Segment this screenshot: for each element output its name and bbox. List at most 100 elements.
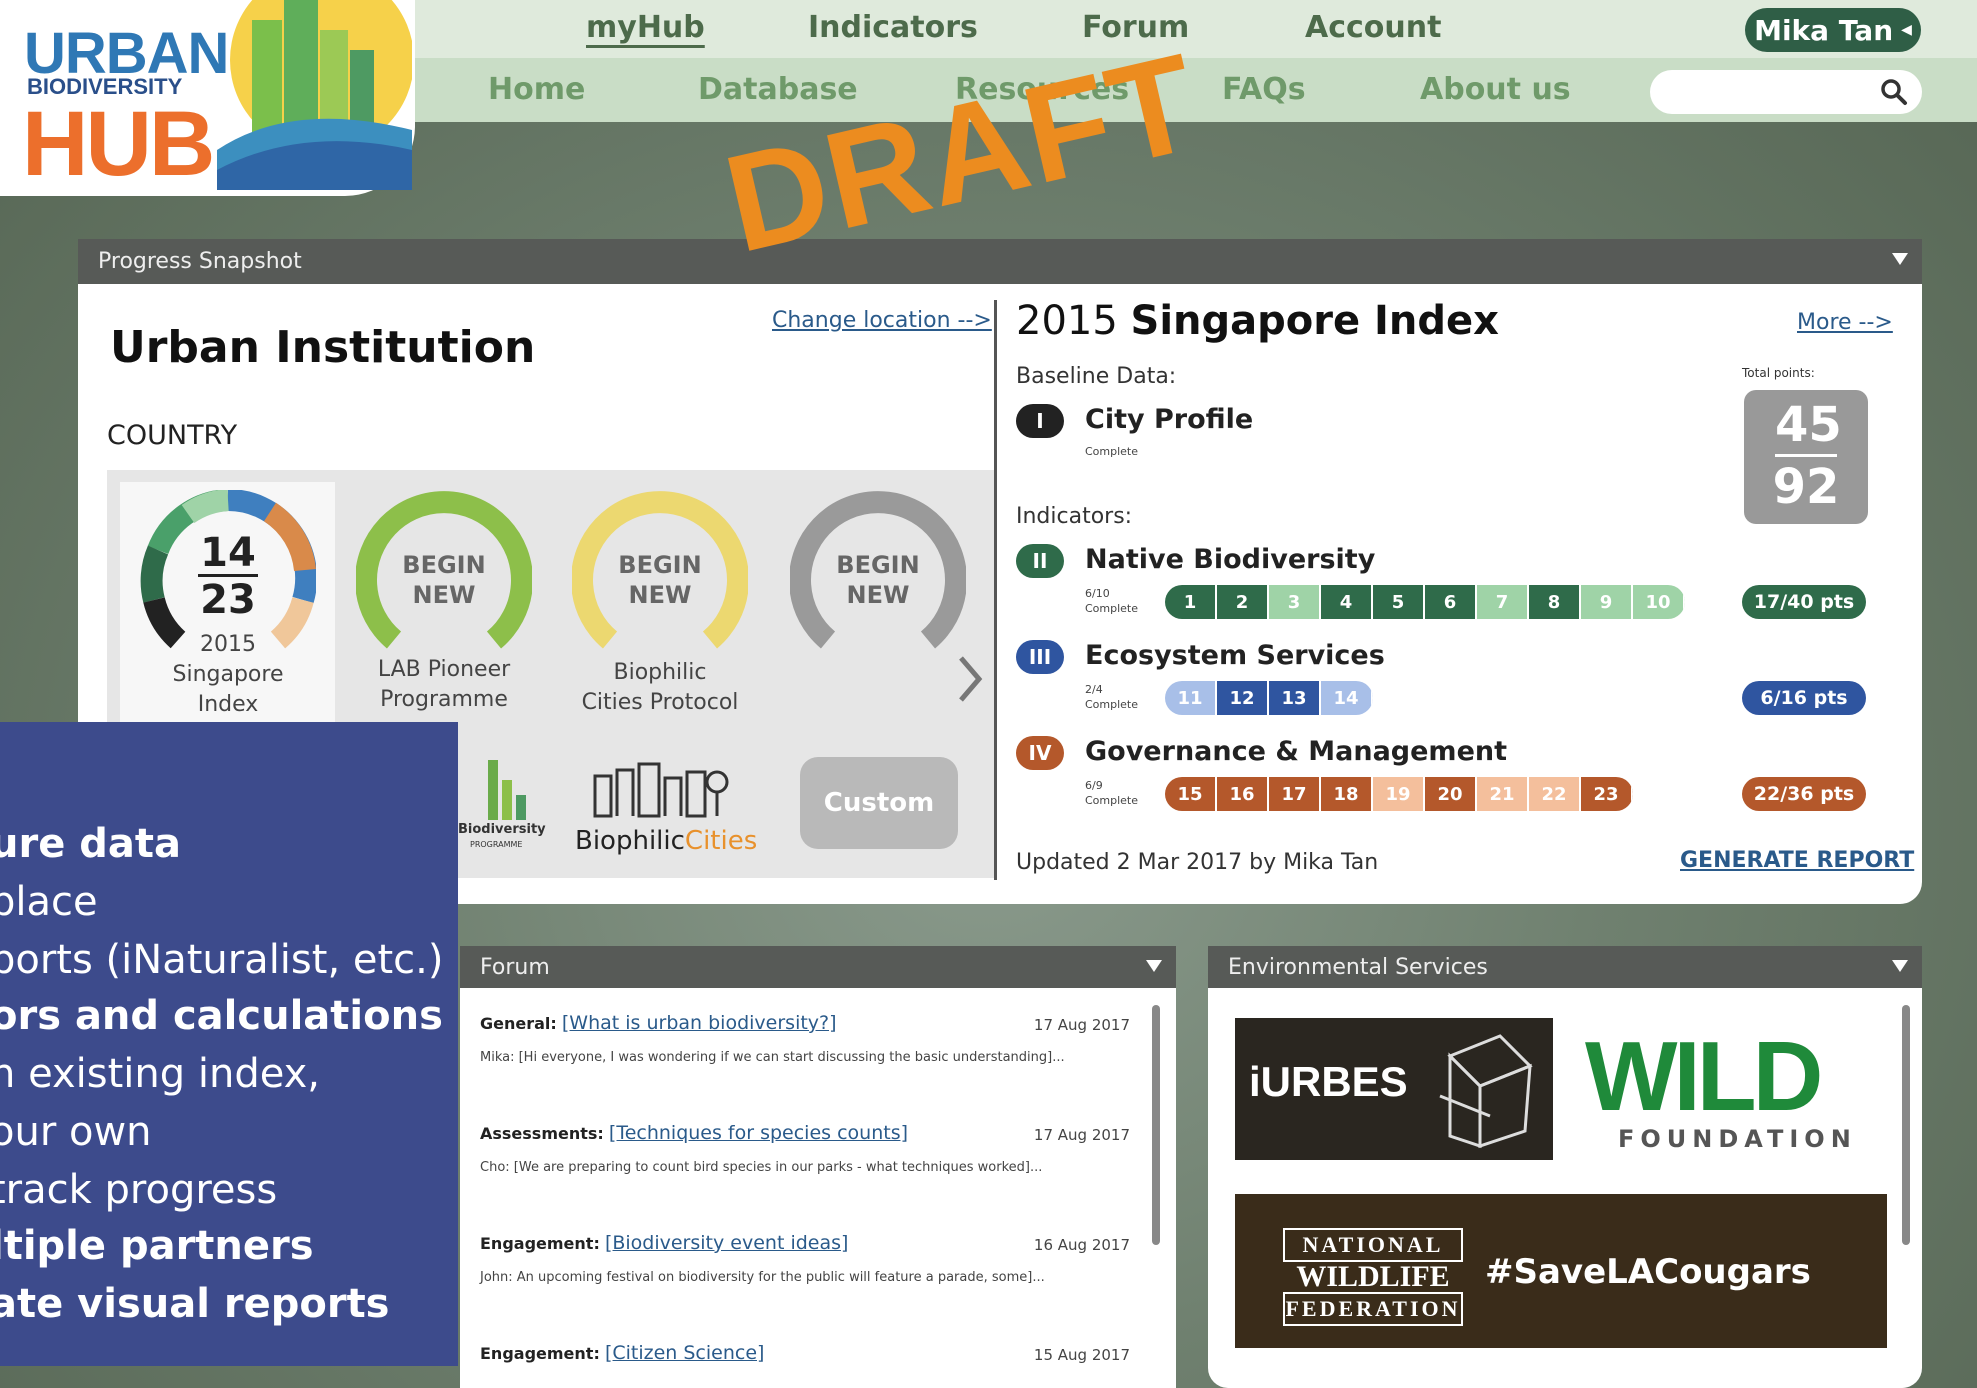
collapse-triangle-icon[interactable] <box>1892 253 1908 265</box>
indicator-chip[interactable]: 3 <box>1269 585 1321 619</box>
indicator-chip[interactable]: 8 <box>1529 585 1581 619</box>
baseline-label: Baseline Data: <box>1016 364 1177 389</box>
dial-label-line: Biophilic <box>613 660 707 685</box>
indicator-chip[interactable]: 17 <box>1269 777 1321 811</box>
roman-badge: I <box>1016 404 1064 438</box>
nav-indicators[interactable]: Indicators <box>808 10 978 45</box>
forum-topic-link[interactable]: [Biodiversity event ideas] <box>605 1232 848 1254</box>
progress-fraction: 6/10 <box>1085 587 1110 600</box>
begin-label: BEGIN <box>618 551 702 579</box>
nav-account[interactable]: Account <box>1305 10 1441 45</box>
forum-message: Cho: [We are preparing to count bird spe… <box>480 1160 1043 1175</box>
search-input[interactable] <box>1650 70 1922 114</box>
indicator-chip[interactable]: 12 <box>1217 681 1269 715</box>
dial-score-total: 23 <box>200 577 256 623</box>
city-profile-title[interactable]: City Profile <box>1085 404 1253 435</box>
indicator-chip[interactable]: 7 <box>1477 585 1529 619</box>
indicator-chip[interactable]: 13 <box>1269 681 1321 715</box>
env-scrollbar[interactable] <box>1902 1005 1910 1245</box>
progress-status: Complete <box>1085 602 1139 615</box>
forum-post[interactable]: Assessments: [Techniques for species cou… <box>480 1122 1130 1175</box>
indicator-title[interactable]: Governance & Management <box>1085 736 1507 767</box>
env-services-title: Environmental Services <box>1228 954 1488 980</box>
forum-title: Forum <box>480 954 550 980</box>
indicator-chip[interactable]: 10 <box>1633 585 1685 619</box>
nwf-line: WILDLIFE <box>1296 1260 1450 1293</box>
dial-label-line: Programme <box>380 687 508 712</box>
overlay-line: our own <box>0 1109 152 1155</box>
change-location-link[interactable]: Change location --> <box>772 308 992 333</box>
iurbes-text: iURBES <box>1249 1058 1408 1105</box>
indicator-title[interactable]: Native Biodiversity <box>1085 544 1375 575</box>
collapse-triangle-icon[interactable] <box>1146 960 1162 972</box>
institution-name: Urban Institution <box>110 322 536 373</box>
progress-fraction: 2/4 <box>1085 683 1103 696</box>
nav-myhub[interactable]: myHub <box>586 10 705 45</box>
indicator-chip[interactable]: 19 <box>1373 777 1425 811</box>
indicator-chip[interactable]: 15 <box>1165 777 1217 811</box>
forum-topic-link[interactable]: [Techniques for species counts] <box>609 1122 908 1144</box>
indicator-chip[interactable]: 16 <box>1217 777 1269 811</box>
overlay-line: n existing index, <box>0 1051 320 1097</box>
indicator-chip[interactable]: 18 <box>1321 777 1373 811</box>
nav-home[interactable]: Home <box>488 72 585 107</box>
updated-text: Updated 2 Mar 2017 by Mika Tan <box>1016 850 1379 875</box>
indicator-chip[interactable]: 14 <box>1321 681 1373 715</box>
snapshot-header[interactable]: Progress Snapshot <box>78 239 1922 284</box>
forum-post[interactable]: Engagement: [Biodiversity event ideas] 1… <box>480 1232 1130 1285</box>
overlay-line: ports (iNaturalist, etc.) <box>0 937 444 983</box>
iurbes-banner[interactable]: iURBES <box>1235 1018 1553 1160</box>
collapse-triangle-icon[interactable] <box>1892 960 1908 972</box>
indicator-chip[interactable]: 11 <box>1165 681 1217 715</box>
user-menu-button[interactable]: Mika Tan ◀ <box>1745 8 1921 52</box>
env-services-header[interactable]: Environmental Services <box>1208 946 1922 988</box>
indicator-chip[interactable]: 23 <box>1581 777 1633 811</box>
biophilic-cities-icon <box>593 762 729 818</box>
cube-sketch-icon <box>1439 1034 1533 1149</box>
begin-new-custom[interactable]: BEGIN NEW <box>790 550 966 610</box>
indicator-chip[interactable]: 21 <box>1477 777 1529 811</box>
forum-topic-link[interactable]: [Citizen Science] <box>605 1342 765 1364</box>
begin-label: BEGIN <box>836 551 920 579</box>
generate-report-link[interactable]: GENERATE REPORT <box>1680 848 1914 873</box>
index-title: 2015 Singapore Index <box>1016 298 1499 344</box>
forum-post[interactable]: General: [What is urban biodiversity?] 1… <box>480 1012 1130 1065</box>
index-name: Singapore Index <box>1130 298 1499 344</box>
indicators-label: Indicators: <box>1016 504 1133 529</box>
search-icon[interactable] <box>1880 78 1908 106</box>
indicator-chip[interactable]: 4 <box>1321 585 1373 619</box>
more-link[interactable]: More --> <box>1797 310 1893 335</box>
city-profile-status: Complete <box>1085 445 1139 458</box>
new-label: NEW <box>628 581 692 609</box>
progress-status: Complete <box>1085 794 1139 807</box>
dial-label-line: LAB Pioneer <box>377 657 511 682</box>
indicator-chip[interactable]: 1 <box>1165 585 1217 619</box>
forum-header[interactable]: Forum <box>460 946 1176 988</box>
indicator-chip[interactable]: 5 <box>1373 585 1425 619</box>
wild-logo-text[interactable]: WILD <box>1585 1020 1823 1133</box>
forum-post[interactable]: Engagement: [Citizen Science] 15 Aug 201… <box>480 1342 1130 1364</box>
indicator-chip[interactable]: 20 <box>1425 777 1477 811</box>
indicator-chip[interactable]: 6 <box>1425 585 1477 619</box>
site-logo[interactable]: URBAN BIODIVERSITY HUB <box>0 0 415 196</box>
nav-about[interactable]: About us <box>1420 72 1571 107</box>
begin-new-biophilic[interactable]: BEGIN NEW <box>572 550 748 610</box>
nwf-banner[interactable]: NATIONAL WILDLIFE FEDERATION #SaveLACoug… <box>1235 1194 1887 1348</box>
nav-faqs[interactable]: FAQs <box>1222 72 1306 107</box>
indicator-title[interactable]: Ecosystem Services <box>1085 640 1385 671</box>
city-skyline-icon <box>217 0 412 190</box>
points-badge: 17/40 pts <box>1742 585 1866 619</box>
biodiversity-logo-text: Biodiversity <box>458 822 546 837</box>
begin-new-lab[interactable]: BEGIN NEW <box>356 550 532 610</box>
indicator-chip[interactable]: 2 <box>1217 585 1269 619</box>
indicator-chip[interactable]: 22 <box>1529 777 1581 811</box>
dial-label-lab: LAB Pioneer Programme <box>356 655 532 715</box>
dial-label-line: 2015 <box>200 632 256 657</box>
chevron-right-icon[interactable] <box>955 652 985 706</box>
logo-hub-text: HUB <box>22 93 215 195</box>
custom-button[interactable]: Custom <box>800 757 958 849</box>
forum-scrollbar[interactable] <box>1152 1005 1160 1245</box>
nwf-line: FEDERATION <box>1283 1292 1463 1326</box>
forum-topic-link[interactable]: [What is urban biodiversity?] <box>562 1012 837 1034</box>
indicator-chip[interactable]: 9 <box>1581 585 1633 619</box>
